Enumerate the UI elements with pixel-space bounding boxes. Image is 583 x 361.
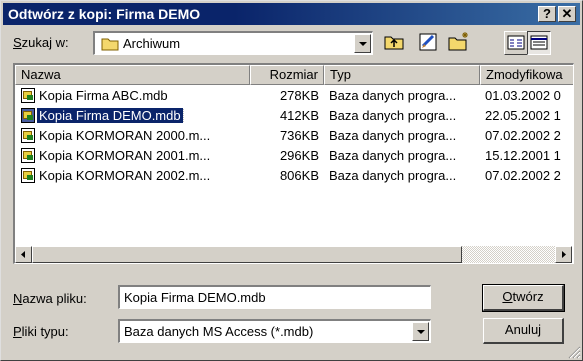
file-name: Kopia KORMORAN 2002.m... [39,168,211,183]
filetype-value: Baza danych MS Access (*.mdb) [124,324,314,339]
column-header-name[interactable]: Nazwa [15,65,250,85]
scroll-left-button[interactable] [15,246,32,263]
filename-value: Kopia Firma DEMO.mdb [124,290,266,305]
favorites-icon [419,33,437,51]
help-button[interactable]: ? [538,6,556,22]
file-modified: 22.05.2002 1 [485,108,561,123]
filename-label: Nazwa pliku: [13,291,87,306]
file-type: Baza danych progra... [329,128,457,143]
scroll-right-button[interactable] [555,246,572,263]
arrow-left-icon [21,251,25,258]
file-name: Kopia KORMORAN 2001.m... [39,148,211,163]
arrow-right-icon [562,251,566,258]
file-row[interactable]: Kopia KORMORAN 2000.m... 736KB Baza danych… [15,126,570,146]
column-header-type[interactable]: Typ [324,65,480,85]
file-size: 412KB [279,108,319,123]
file-size: 736KB [279,128,319,143]
filetype-label: Pliki typu: [13,324,69,339]
filetype-combobox[interactable]: Baza danych MS Access (*.mdb) [118,319,431,343]
file-type: Baza danych progra... [329,108,457,123]
file-icon [21,108,35,123]
file-icon [21,128,35,143]
filename-input[interactable]: Kopia Firma DEMO.mdb [118,285,431,309]
file-size: 278KB [279,88,319,103]
file-row[interactable]: Kopia Firma DEMO.mdb 412KB Baza danych pro… [15,106,570,126]
lookin-value: Archiwum [123,36,181,51]
list-view-button[interactable] [504,31,528,55]
cancel-button[interactable]: Anuluj [483,318,564,344]
file-type: Baza danych progra... [329,88,457,103]
up-folder-button[interactable] [382,30,406,54]
file-row[interactable]: Kopia KORMORAN 2001.m... 296KB Baza danych… [15,146,570,166]
up-folder-icon [384,36,404,50]
details-view-button[interactable] [527,31,551,55]
dialog-title: Odtwórz z kopi: Firma DEMO [8,6,201,22]
file-size: 806KB [279,168,319,183]
file-size: 296KB [279,148,319,163]
file-name: Kopia Firma DEMO.mdb [37,108,184,123]
column-header-size[interactable]: Rozmiar [250,65,324,85]
scrollbar-thumb[interactable] [32,246,462,263]
file-list[interactable]: Nazwa Rozmiar Typ Zmodyfikowa Kopia Firm… [13,63,574,264]
file-modified: 07.02.2002 2 [485,168,561,183]
new-folder-button[interactable] [447,30,471,54]
open-button[interactable]: Otwórz [482,284,565,312]
filetype-dropdown-arrow[interactable] [412,322,429,341]
new-folder-icon [448,32,468,51]
column-header-modified[interactable]: Zmodyfikowa [480,65,573,85]
file-row[interactable]: Kopia Firma ABC.mdb 278KB Baza danych prog… [15,86,570,106]
folder-icon [101,38,119,51]
horizontal-scrollbar[interactable] [15,246,572,263]
file-icon [21,168,35,183]
file-row[interactable]: Kopia KORMORAN 2002.m... 806KB Baza danych… [15,166,570,186]
file-icon [21,88,35,103]
file-icon [21,148,35,163]
details-view-icon [530,35,548,50]
file-type: Baza danych progra... [329,148,457,163]
open-dialog: Odtwórz z kopi: Firma DEMO ? ✕ Szukaj w:… [0,0,583,361]
lookin-label: Szukaj w: [13,35,69,50]
list-view-icon [507,35,525,50]
resize-grip-icon[interactable] [568,346,581,359]
favorites-button[interactable] [416,30,440,54]
close-button[interactable]: ✕ [558,6,576,22]
file-name: Kopia Firma ABC.mdb [39,88,168,103]
file-modified: 07.02.2002 2 [485,128,561,143]
lookin-dropdown-arrow[interactable] [354,34,371,53]
lookin-combobox[interactable]: Archiwum [93,31,373,55]
file-type: Baza danych progra... [329,168,457,183]
title-bar[interactable]: Odtwórz z kopi: Firma DEMO ? ✕ [3,3,580,25]
file-name: Kopia KORMORAN 2000.m... [39,128,211,143]
file-modified: 01.03.2002 0 [485,88,561,103]
file-modified: 15.12.2001 1 [485,148,561,163]
